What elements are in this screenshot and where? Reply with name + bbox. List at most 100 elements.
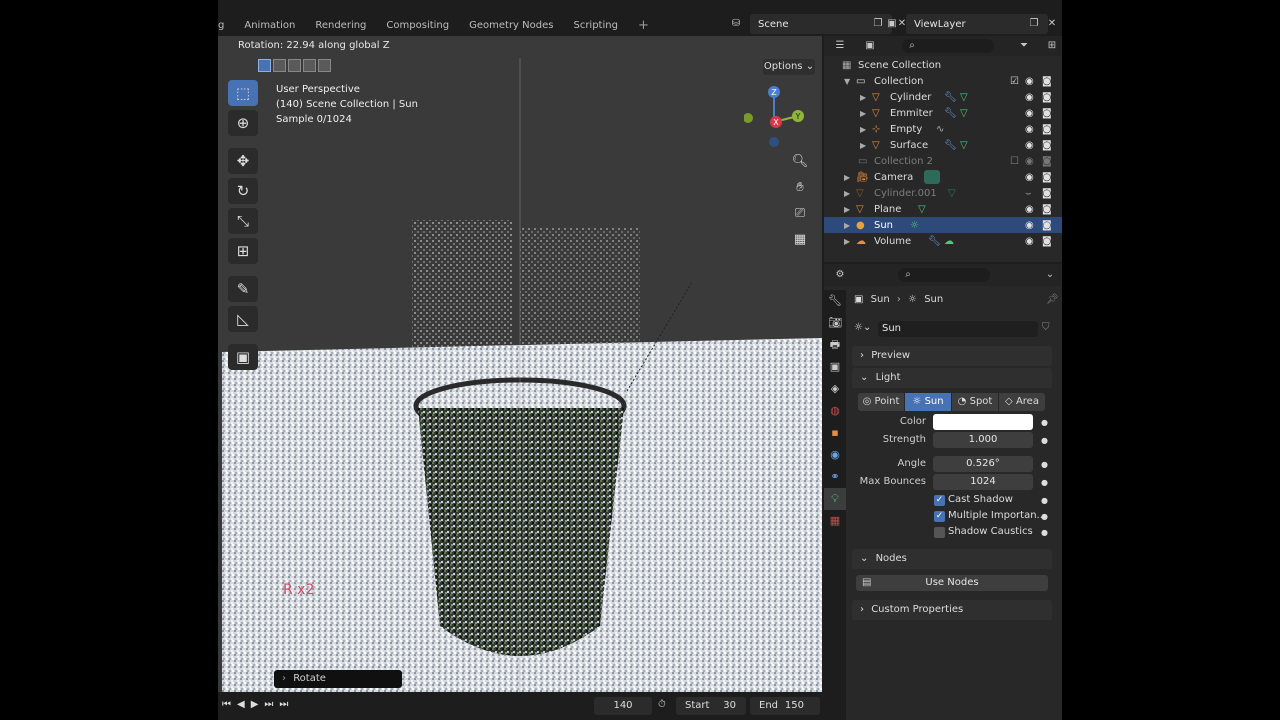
light-type-spot[interactable]: ◔ Spot — [952, 393, 998, 411]
copy-icon[interactable]: ❐ — [1028, 18, 1040, 30]
pan-hand-icon[interactable]: ✋︎ — [790, 178, 810, 198]
outliner-row-camera[interactable]: ▶ 🎥︎ Camera ◉ ◙ — [824, 169, 1062, 185]
eye-icon[interactable]: ◉ — [1025, 124, 1034, 135]
outliner-row-cylinder[interactable]: ▶ ▽ Cylinder 🔧︎ ▽ ◉ ◙ — [824, 89, 1062, 105]
last-operator-panel[interactable]: › Rotate — [274, 670, 402, 688]
tab-truncated[interactable]: g — [218, 20, 234, 31]
camera-view-icon[interactable]: ⎚ — [790, 204, 810, 224]
step-forward-icon[interactable]: ⏭ — [264, 699, 273, 710]
outliner-row-surface[interactable]: ▶ ▽ Surface 🔧︎ ▽ ◉ ◙ — [824, 137, 1062, 153]
outliner-row-empty[interactable]: ▶ ⊹ Empty ∿ ◉ ◙ — [824, 121, 1062, 137]
light-type-area[interactable]: ◇ Area — [999, 393, 1045, 411]
select-new-icon[interactable] — [258, 59, 271, 72]
measure-tool-icon[interactable]: ◺ — [228, 306, 258, 332]
eye-icon[interactable]: ◉ — [1025, 220, 1034, 231]
eye-icon[interactable]: ◉ — [1025, 204, 1034, 215]
render-camera-icon[interactable]: ◙ — [1042, 140, 1052, 151]
expand-right-icon[interactable]: ▶ — [860, 125, 866, 134]
outliner-row-emmiter[interactable]: ▶ ▽ Emmiter 🔧︎ ▽ ◉ ◙ — [824, 105, 1062, 121]
render-camera-icon[interactable]: ◙ — [1042, 204, 1052, 215]
render-camera-icon[interactable]: ◙ — [1042, 92, 1052, 103]
view-layer-selector[interactable]: ▣ ViewLayer ❐ ✕ — [887, 14, 1056, 34]
jump-end-icon[interactable]: ⏭ — [279, 699, 288, 710]
render-camera-icon[interactable]: ◙ — [1042, 108, 1052, 119]
expand-down-icon[interactable]: ▼ — [844, 77, 850, 86]
max-bounces-field[interactable]: 1024 — [933, 474, 1033, 490]
eye-icon[interactable]: ◉ — [1025, 236, 1034, 247]
render-camera-icon[interactable]: ◙ — [1042, 156, 1052, 167]
zoom-icon[interactable]: 🔍︎ — [790, 152, 810, 172]
tab-animation[interactable]: Animation — [234, 20, 305, 31]
current-frame-field[interactable]: 140 — [594, 697, 652, 715]
outliner-search-input[interactable]: ⌕ — [902, 39, 994, 53]
new-collection-icon[interactable]: ⊞ — [1046, 40, 1058, 52]
cursor-tool-icon[interactable]: ⊕ — [228, 110, 258, 136]
fake-user-shield-icon[interactable]: ⛉ — [1042, 322, 1050, 333]
select-invert-icon[interactable] — [303, 59, 316, 72]
constraints-tab-icon[interactable]: ⚭ — [824, 466, 846, 488]
expand-right-icon[interactable]: ▶ — [844, 189, 850, 198]
render-camera-icon[interactable]: ◙ — [1042, 76, 1052, 87]
expand-right-icon[interactable]: ▶ — [844, 173, 850, 182]
keyframe-dot-icon[interactable]: ● — [1041, 496, 1048, 505]
copy-icon[interactable]: ❐ — [872, 18, 884, 30]
nodes-panel-header[interactable]: ⌄ Nodes — [852, 549, 1052, 569]
eye-icon[interactable]: ◉ — [1025, 76, 1034, 87]
eye-icon[interactable]: ◉ — [1025, 172, 1034, 183]
color-swatch[interactable] — [933, 414, 1033, 430]
play-icon[interactable]: ▶ — [251, 699, 259, 710]
object-tab-icon[interactable]: ▪ — [824, 422, 846, 444]
strength-field[interactable]: 1.000 — [933, 432, 1033, 448]
scene-tab-icon[interactable]: ◈ — [824, 378, 846, 400]
keyframe-dot-icon[interactable]: ● — [1041, 478, 1048, 487]
annotate-tool-icon[interactable]: ✎ — [228, 276, 258, 302]
texture-tab-icon[interactable]: ▦ — [824, 510, 846, 532]
rotate-tool-icon[interactable]: ↻ — [228, 178, 258, 204]
pin-icon[interactable]: 📌︎ — [1046, 294, 1059, 305]
world-tab-icon[interactable]: ◍ — [824, 400, 846, 422]
expand-right-icon[interactable]: ▶ — [844, 237, 850, 246]
eye-icon[interactable]: ◉ — [1025, 140, 1034, 151]
preview-panel-header[interactable]: › Preview — [852, 346, 1052, 366]
keyframe-dot-icon[interactable]: ● — [1041, 460, 1048, 469]
outliner-row-cylinder-001[interactable]: ▶ ▽ Cylinder.001 ▽ ⌣ ◙ — [824, 185, 1062, 201]
angle-field[interactable]: 0.526° — [933, 456, 1033, 472]
expand-right-icon[interactable]: ▶ — [860, 93, 866, 102]
checkbox-checked-icon[interactable]: ☑ — [1010, 76, 1019, 87]
outliner-scene-collection[interactable]: ▦ Scene Collection — [824, 57, 1062, 73]
outliner-row-plane[interactable]: ▶ ▽ Plane ▽ ◉ ◙ — [824, 201, 1062, 217]
outliner-row-collection[interactable]: ▼ ▭ Collection ☑ ◉ ◙ — [824, 73, 1062, 89]
transform-tool-icon[interactable]: ⊞ — [228, 238, 258, 264]
light-datablock-field[interactable]: ☼⌄ Sun ⛉ — [852, 321, 1050, 337]
grid-toggle-icon[interactable]: ▦ — [790, 230, 810, 250]
render-tab-icon[interactable]: 📷︎ — [824, 312, 846, 334]
navigation-gizmo-icon[interactable]: Z Y X — [744, 84, 810, 150]
multiple-importance-checkbox[interactable]: ✓ — [934, 511, 945, 522]
select-subtract-icon[interactable] — [288, 59, 301, 72]
view-layer-tab-icon[interactable]: ▣ — [824, 356, 846, 378]
3d-viewport[interactable]: Rotation: 22.94 along global Z Options ⌄… — [218, 36, 822, 692]
light-panel-header[interactable]: ⌄ Light — [852, 368, 1052, 388]
shadow-caustics-checkbox[interactable] — [934, 527, 945, 538]
outliner-row-sun[interactable]: ▶ ● Sun ☼ ◉ ◙ — [824, 217, 1062, 233]
display-mode-icon[interactable]: ▣ — [864, 40, 876, 52]
select-extend-icon[interactable] — [273, 59, 286, 72]
expand-right-icon[interactable]: ▶ — [844, 221, 850, 230]
render-camera-icon[interactable]: ◙ — [1042, 124, 1052, 135]
tool-tab-icon[interactable]: 🔧︎ — [824, 290, 846, 312]
editor-type-icon[interactable]: ⚙ — [834, 269, 846, 281]
expand-right-icon[interactable]: ▶ — [860, 141, 866, 150]
keyframe-dot-icon[interactable]: ● — [1041, 528, 1048, 537]
select-intersect-icon[interactable] — [318, 59, 331, 72]
render-camera-icon[interactable]: ◙ — [1042, 220, 1052, 231]
use-nodes-button[interactable]: ▤ Use Nodes — [856, 575, 1048, 591]
filter-icon[interactable]: ⏷ — [1018, 40, 1030, 52]
end-frame-field[interactable]: End 150 — [750, 697, 820, 715]
custom-properties-panel-header[interactable]: › Custom Properties — [852, 600, 1052, 620]
eye-icon[interactable]: ◉ — [1025, 156, 1034, 167]
render-camera-icon[interactable]: ◙ — [1042, 236, 1052, 247]
tab-rendering[interactable]: Rendering — [305, 20, 376, 31]
light-type-point[interactable]: ◎ Point — [858, 393, 904, 411]
start-frame-field[interactable]: Start 30 — [676, 697, 746, 715]
light-data-tab-icon[interactable]: 💡︎ — [824, 488, 846, 510]
